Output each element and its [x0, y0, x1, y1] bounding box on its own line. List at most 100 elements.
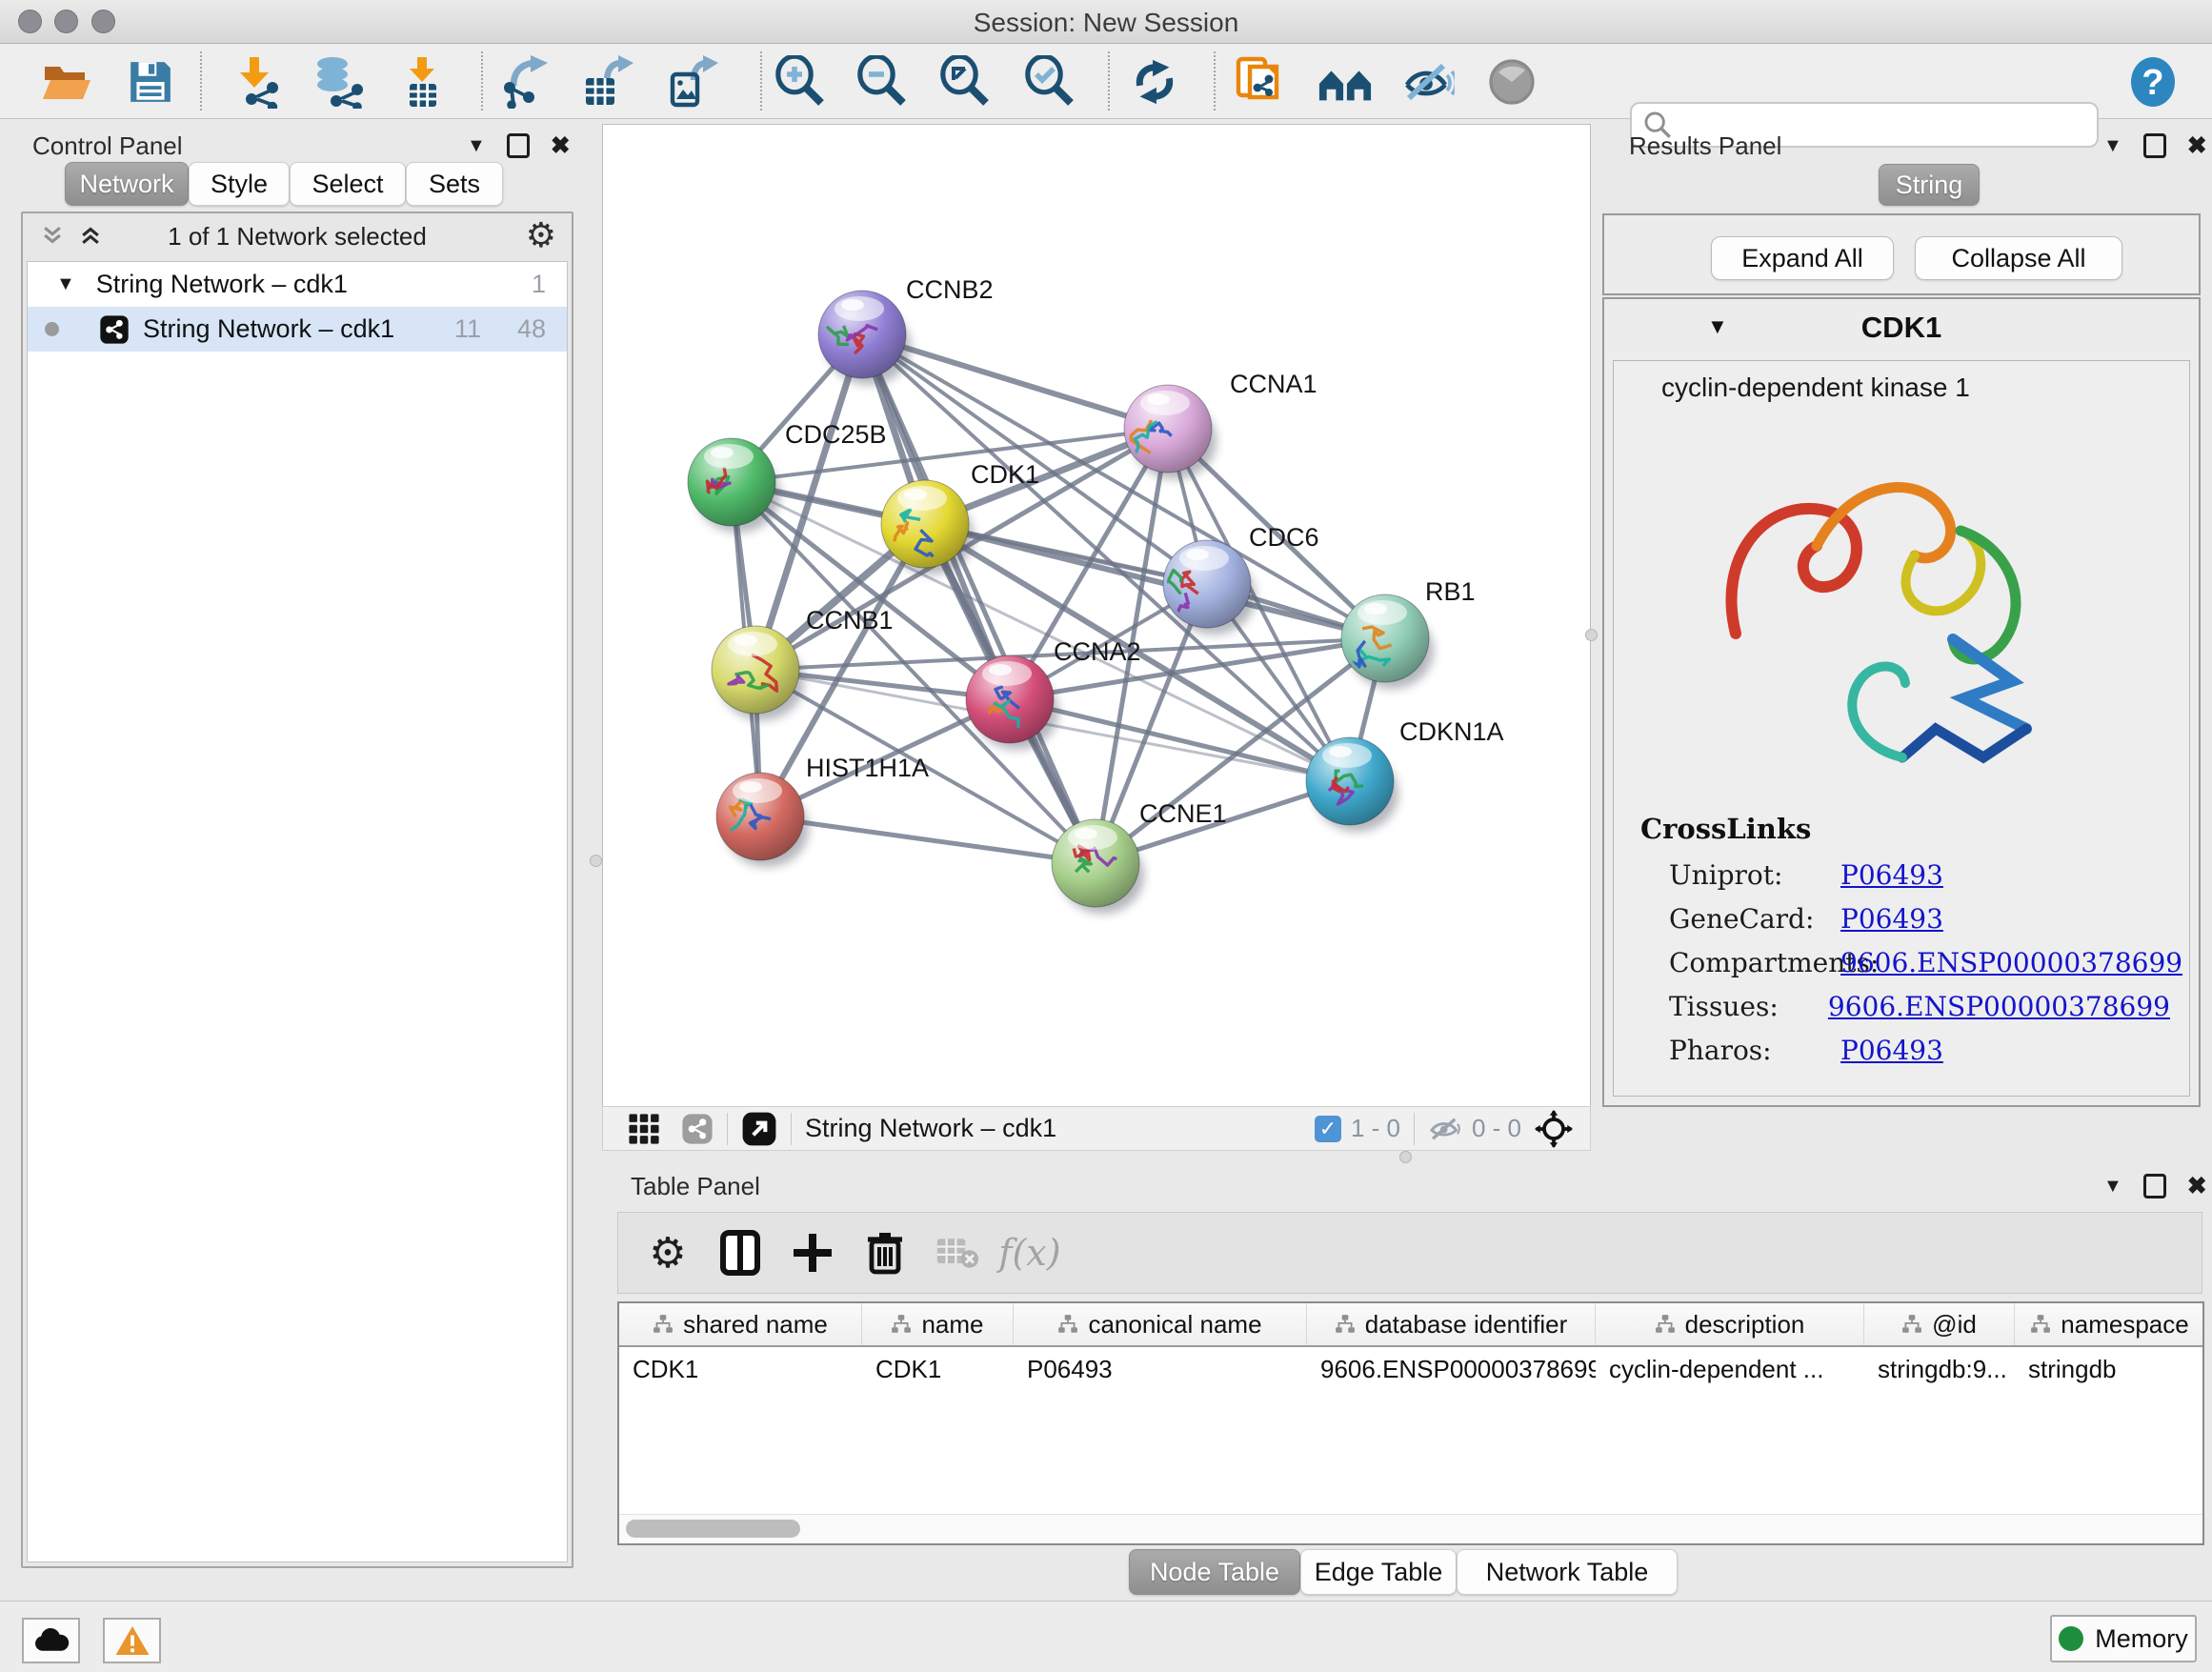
network-options-gear-icon[interactable]: ⚙ — [526, 215, 556, 255]
node-label-CDK1: CDK1 — [971, 460, 1039, 489]
tab-edge-table[interactable]: Edge Table — [1300, 1549, 1457, 1595]
table-collapse-icon[interactable]: ▼ — [2103, 1176, 2122, 1198]
zoom-out-icon[interactable] — [854, 55, 911, 109]
crosslink-link[interactable]: P06493 — [1840, 1035, 1943, 1066]
tab-network[interactable]: Network — [65, 162, 189, 206]
collapse-all-button[interactable]: Collapse All — [1915, 236, 2122, 280]
function-builder-icon[interactable]: f(x) — [994, 1222, 1066, 1283]
panel-float-icon[interactable] — [507, 133, 530, 158]
new-network-from-selection-icon[interactable] — [1231, 55, 1288, 109]
tab-node-table[interactable]: Node Table — [1129, 1549, 1300, 1595]
import-table-file-icon[interactable] — [394, 55, 452, 109]
protein-name: CDK1 — [1861, 311, 1941, 344]
results-float-icon[interactable] — [2143, 133, 2166, 158]
protein-node-HIST1H1A[interactable] — [716, 773, 809, 867]
title-bar: Session: New Session — [0, 0, 2212, 44]
protein-node-CDC25B[interactable] — [688, 438, 780, 533]
delete-table-icon[interactable] — [921, 1222, 994, 1283]
crosslink-link[interactable]: 9606.ENSP00000378699 — [1840, 947, 2182, 978]
column-header-namespace[interactable]: namespace — [2015, 1303, 2204, 1345]
column-header-description[interactable]: description — [1596, 1303, 1864, 1345]
network-canvas[interactable]: CCNB2CCNA1CDC25BCDK1CDC6RB1CCNB1CCNA2CDK… — [602, 124, 1591, 1107]
protein-node-CCNA1[interactable] — [1124, 385, 1217, 479]
column-header-canonical-name[interactable]: canonical name — [1014, 1303, 1307, 1345]
fit-selected-crosshair-icon[interactable] — [1535, 1110, 1573, 1148]
show-all-icon[interactable] — [1483, 55, 1540, 109]
selected-checkbox-icon[interactable]: ✓ — [1315, 1116, 1341, 1142]
crosslinks-list: Uniprot:P06493GeneCard:P06493Compartment… — [1640, 853, 2170, 1072]
expand-all-icon[interactable] — [78, 223, 103, 248]
table-cell[interactable]: P06493 — [1014, 1355, 1307, 1384]
collapse-all-icon[interactable] — [40, 223, 65, 248]
protein-node-RB1[interactable] — [1341, 594, 1434, 689]
table-cell[interactable]: cyclin-dependent ... — [1596, 1355, 1864, 1384]
table-cell[interactable]: stringdb:9... — [1864, 1355, 2015, 1384]
network-collection-row[interactable]: ▼ String Network – cdk1 1 — [28, 262, 567, 307]
crosslink-link[interactable]: 9606.ENSP00000378699 — [1828, 991, 2170, 1022]
table-cell[interactable]: CDK1 — [862, 1355, 1014, 1384]
expand-all-button[interactable]: Expand All — [1711, 236, 1894, 280]
network-row[interactable]: String Network – cdk1 11 48 — [28, 307, 567, 352]
column-header-shared-name[interactable]: shared name — [619, 1303, 862, 1345]
crosslink-link[interactable]: P06493 — [1840, 859, 1943, 891]
open-session-icon[interactable] — [38, 55, 95, 109]
table-options-gear-icon[interactable]: ⚙ — [632, 1222, 704, 1283]
results-collapse-icon[interactable]: ▼ — [2103, 135, 2122, 157]
crosslink-label: Uniprot: — [1640, 859, 1840, 891]
hide-selected-icon[interactable] — [1399, 55, 1457, 109]
save-session-icon[interactable] — [122, 55, 179, 109]
column-header-name[interactable]: name — [862, 1303, 1014, 1345]
add-column-icon[interactable] — [776, 1222, 849, 1283]
table-cell[interactable]: 9606.ENSP00000378699 — [1307, 1355, 1596, 1384]
import-network-database-icon[interactable] — [310, 55, 367, 109]
network-share-icon[interactable] — [681, 1113, 714, 1145]
tree-expander-icon[interactable]: ▼ — [56, 273, 75, 295]
protein-node-CCNA2[interactable] — [966, 655, 1058, 750]
panel-close-icon[interactable]: ✖ — [551, 131, 571, 160]
tab-sets[interactable]: Sets — [406, 162, 503, 206]
zoom-fit-icon[interactable] — [936, 55, 994, 109]
zoom-selected-icon[interactable] — [1021, 55, 1078, 109]
table-float-icon[interactable] — [2143, 1174, 2166, 1199]
export-image-icon[interactable] — [663, 55, 720, 109]
memory-label: Memory — [2095, 1624, 2188, 1654]
hidden-count: 0 - 0 — [1472, 1114, 1521, 1143]
network-status-dot — [45, 322, 59, 336]
open-in-window-icon[interactable] — [741, 1111, 777, 1147]
import-network-file-icon[interactable] — [229, 55, 286, 109]
crosslink-link[interactable]: P06493 — [1840, 903, 1943, 935]
memory-button[interactable]: Memory — [2050, 1615, 2197, 1662]
scrollbar-thumb[interactable] — [626, 1520, 800, 1538]
birdseye-grid-icon[interactable] — [628, 1113, 660, 1145]
delete-column-icon[interactable] — [849, 1222, 921, 1283]
apply-layout-icon[interactable] — [1126, 55, 1183, 109]
column-header-database-identifier[interactable]: database identifier — [1307, 1303, 1596, 1345]
table-cell[interactable]: stringdb — [2015, 1355, 2204, 1384]
zoom-in-icon[interactable] — [772, 55, 829, 109]
export-table-icon[interactable] — [578, 55, 635, 109]
table-horizontal-scrollbar[interactable] — [619, 1514, 2202, 1543]
protein-node-CDKN1A[interactable] — [1306, 737, 1398, 832]
help-icon[interactable]: ? — [2124, 55, 2182, 109]
node-label-CCNB2: CCNB2 — [906, 275, 994, 304]
tab-network-table[interactable]: Network Table — [1457, 1549, 1678, 1595]
column-header--id[interactable]: @id — [1864, 1303, 2015, 1345]
table-cell[interactable]: CDK1 — [619, 1355, 862, 1384]
show-columns-icon[interactable] — [704, 1222, 776, 1283]
results-close-icon[interactable]: ✖ — [2187, 131, 2207, 160]
left-splitter-grip[interactable] — [590, 855, 602, 867]
first-neighbors-icon[interactable] — [1317, 55, 1374, 109]
table-row[interactable]: CDK1CDK1P064939606.ENSP00000378699cyclin… — [619, 1347, 2202, 1391]
table-close-icon[interactable]: ✖ — [2187, 1172, 2207, 1200]
cloud-button[interactable] — [22, 1618, 80, 1663]
warning-button[interactable] — [103, 1618, 161, 1663]
node-table[interactable]: shared namenamecanonical namedatabase id… — [617, 1301, 2204, 1545]
crosslink-label: GeneCard: — [1640, 903, 1840, 935]
tab-style[interactable]: Style — [189, 162, 290, 206]
tab-string[interactable]: String — [1879, 164, 1980, 206]
tab-select[interactable]: Select — [290, 162, 406, 206]
export-network-icon[interactable] — [496, 55, 553, 109]
panel-collapse-icon[interactable]: ▼ — [467, 135, 486, 157]
svg-text:?: ? — [2142, 63, 2163, 103]
node-label-CCNA1: CCNA1 — [1230, 370, 1317, 398]
